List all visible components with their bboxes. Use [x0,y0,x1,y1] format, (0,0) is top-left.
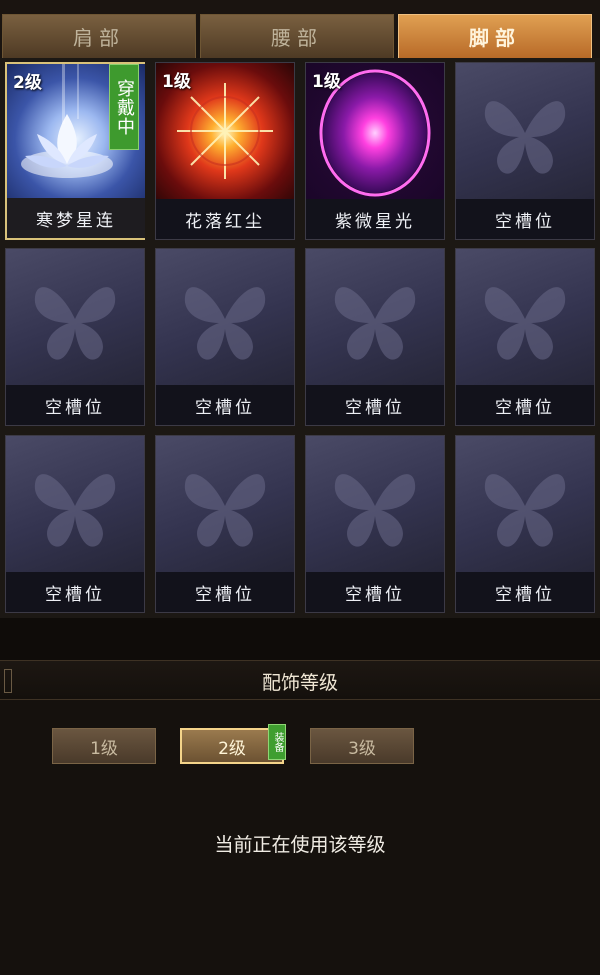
empty-slot[interactable]: 空槽位 [5,248,145,426]
butterfly-icon [306,436,444,572]
tab-shoulder[interactable]: 肩部 [2,14,196,58]
slot-hanmeng-xinglian[interactable]: 2级 穿戴中 寒梦星连 [5,62,145,240]
slot-level: 1级 [162,72,191,92]
butterfly-icon [6,249,144,385]
level-1-button[interactable]: 1级 [52,728,156,764]
butterfly-icon [456,436,594,572]
empty-slot[interactable]: 空槽位 [305,248,445,426]
empty-slot[interactable]: 空槽位 [155,248,295,426]
slot-name: 空槽位 [156,385,294,425]
butterfly-icon [156,436,294,572]
slot-name: 空槽位 [6,385,144,425]
butterfly-icon [306,249,444,385]
section-header: 配饰等级 [0,660,600,700]
wearing-badge: 穿戴中 [109,64,139,150]
slot-name: 空槽位 [456,572,594,612]
slot-name: 空槽位 [456,199,594,239]
slot-name: 空槽位 [6,572,144,612]
section-title: 配饰等级 [261,671,338,694]
butterfly-icon [456,63,594,199]
slot-name: 空槽位 [306,385,444,425]
slot-level: 1级 [312,72,341,92]
status-text: 当前正在使用该等级 [214,834,386,856]
empty-slot[interactable]: 空槽位 [155,435,295,613]
slot-name: 花落红尘 [156,199,294,239]
slot-hualuo-hongchen[interactable]: 1级 花落红尘 [155,62,295,240]
level-panel: 1级 2级 装备 3级 当前正在使用该等级 [0,700,600,975]
equipped-badge: 装备 [268,724,286,760]
empty-slot[interactable]: 空槽位 [455,62,595,240]
butterfly-icon [456,249,594,385]
empty-slot[interactable]: 空槽位 [455,435,595,613]
empty-slot[interactable]: 空槽位 [5,435,145,613]
tab-feet[interactable]: 脚部 [398,14,592,58]
slot-name: 寒梦星连 [7,198,145,238]
empty-slot[interactable]: 空槽位 [455,248,595,426]
slot-name: 空槽位 [156,572,294,612]
empty-slot[interactable]: 空槽位 [305,435,445,613]
accessory-grid: 2级 穿戴中 寒梦星连 1级 花落红尘 1级 紫微星光 空槽位 空槽位 空槽位 … [0,58,600,618]
slot-name: 空槽位 [306,572,444,612]
slot-name: 空槽位 [456,385,594,425]
level-3-button[interactable]: 3级 [310,728,414,764]
tab-waist[interactable]: 腰部 [200,14,394,58]
slot-ziwei-xingguang[interactable]: 1级 紫微星光 [305,62,445,240]
equipment-tabs: 肩部 腰部 脚部 [0,0,600,58]
slot-level: 2级 [13,73,42,93]
slot-name: 紫微星光 [306,199,444,239]
butterfly-icon [6,436,144,572]
butterfly-icon [156,249,294,385]
